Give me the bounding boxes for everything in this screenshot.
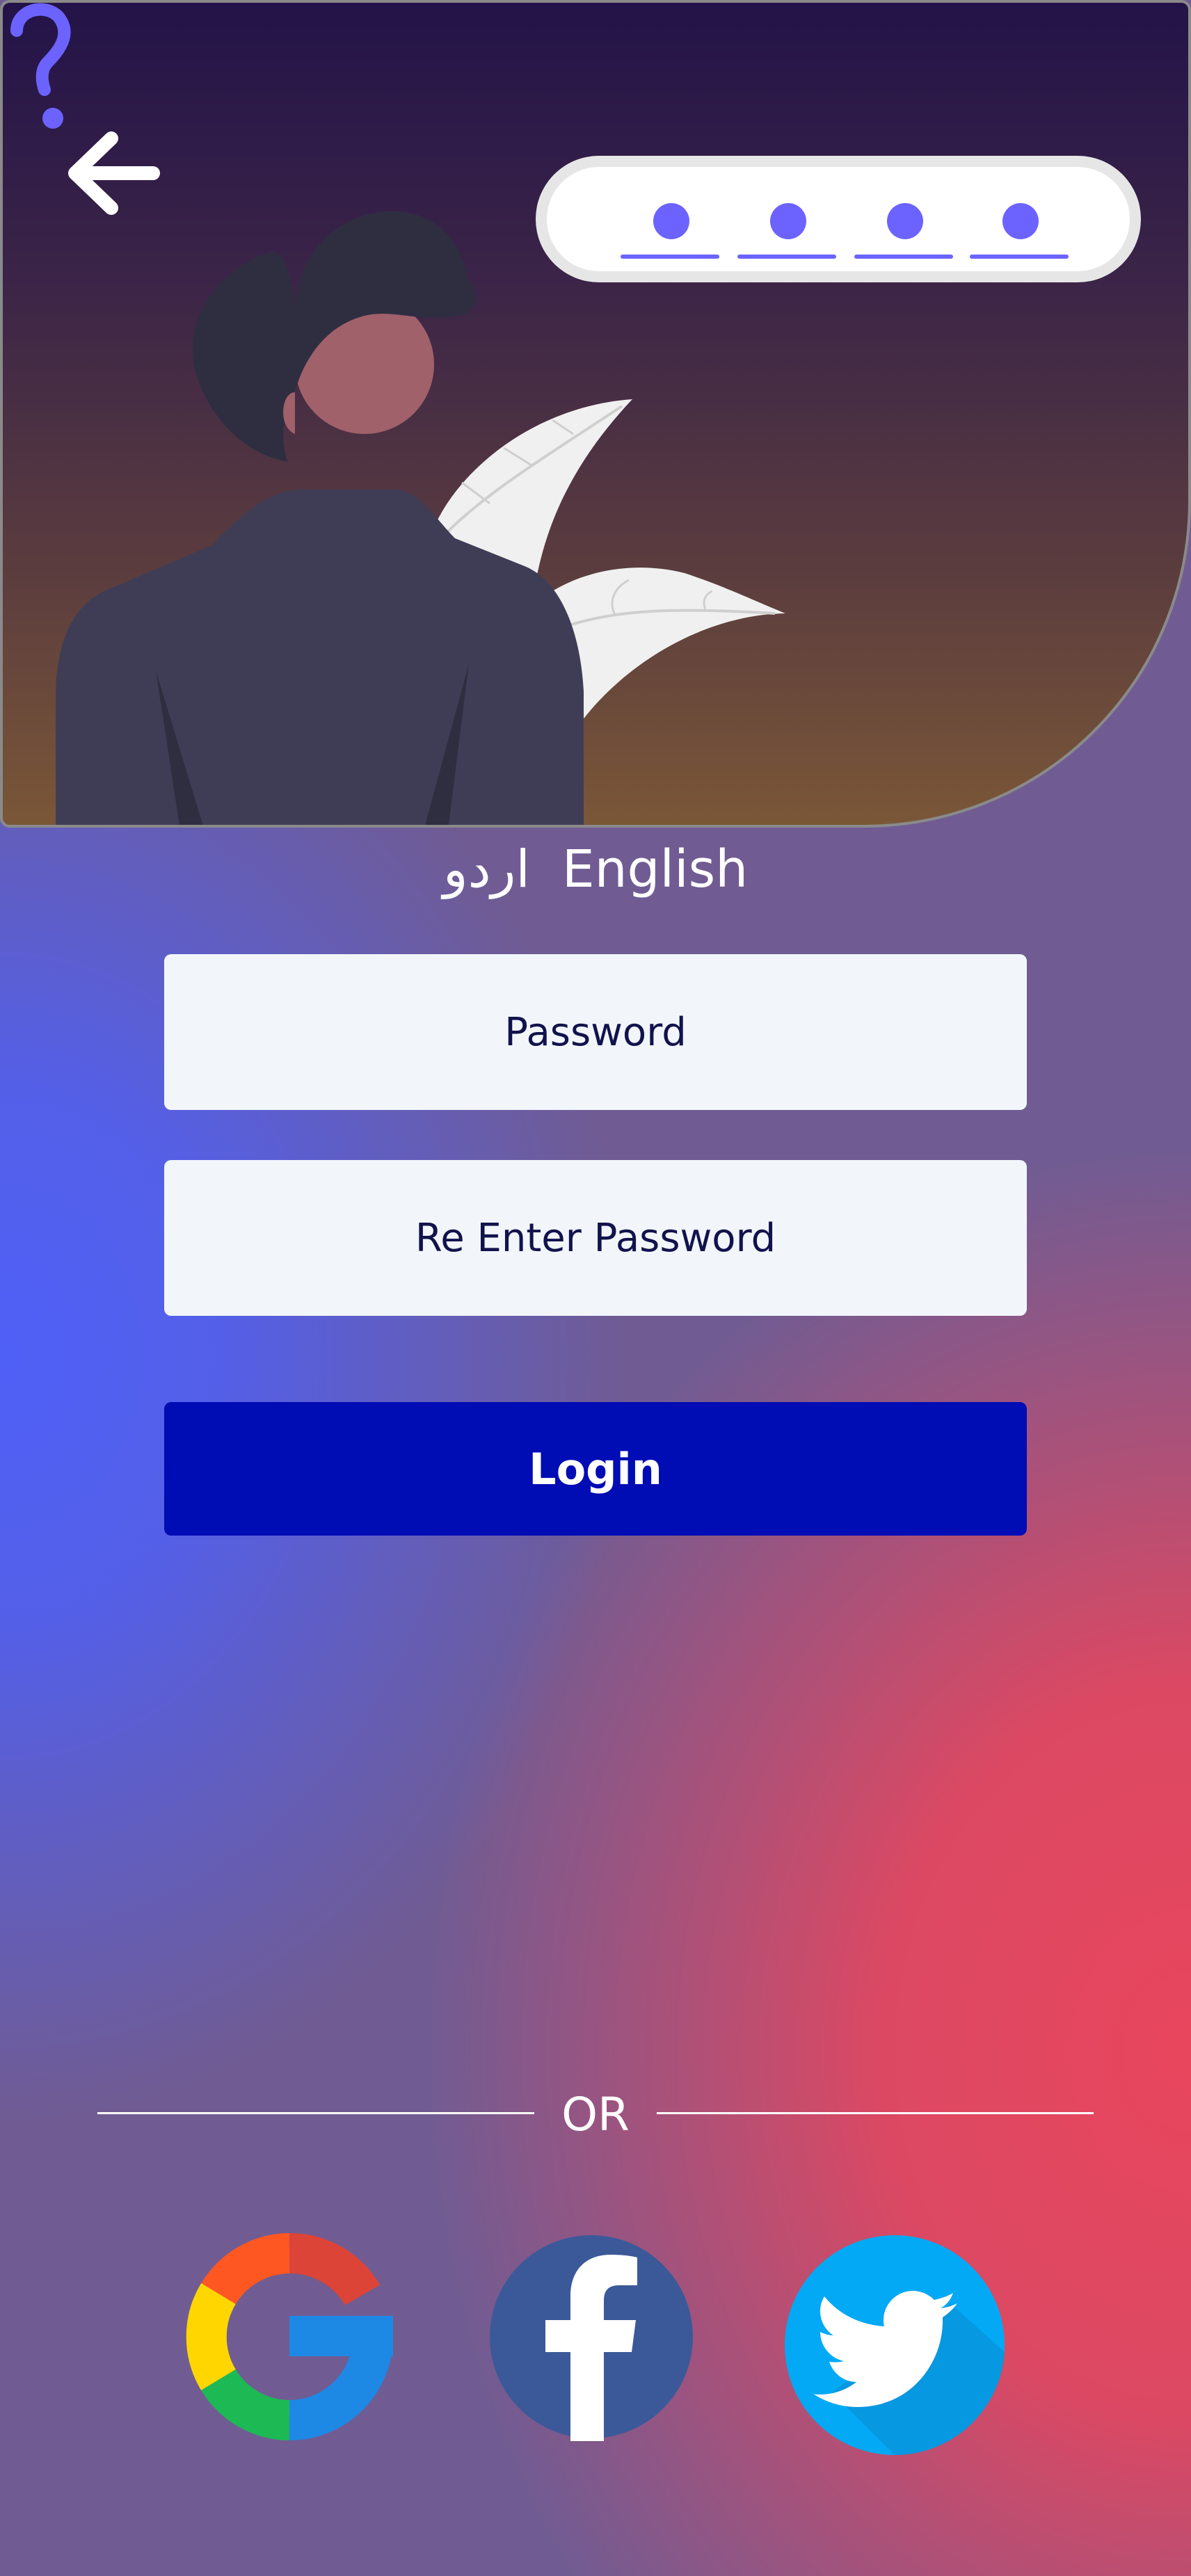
twitter-icon [785, 2235, 1005, 2456]
language-option-urdu[interactable]: اردو [443, 839, 530, 899]
question-mark-icon [10, 3, 71, 129]
divider-line [657, 2112, 1094, 2114]
google-icon [186, 2232, 393, 2440]
pin-digit [970, 203, 1069, 259]
login-button[interactable]: Login [164, 1402, 1027, 1536]
back-button[interactable] [63, 121, 167, 225]
language-option-english[interactable]: English [562, 839, 748, 899]
pin-digit [854, 203, 953, 259]
pin-digit [621, 203, 719, 259]
hero-illustration [0, 0, 1191, 828]
divider-line [97, 2112, 534, 2114]
pin-indicator [536, 156, 1141, 282]
twitter-login-button[interactable] [783, 2234, 1006, 2456]
person-illustration [56, 211, 785, 825]
google-login-button[interactable] [185, 2232, 394, 2441]
re-enter-password-field[interactable]: Re Enter Password [164, 1160, 1027, 1316]
facebook-login-button[interactable] [487, 2232, 696, 2441]
facebook-icon [490, 2235, 693, 2441]
password-field[interactable]: Password [164, 954, 1027, 1110]
arrow-left-icon [68, 131, 160, 215]
language-selector: اردو English [0, 838, 1191, 901]
or-divider-label: OR [561, 2087, 630, 2141]
pin-digit [737, 203, 836, 259]
